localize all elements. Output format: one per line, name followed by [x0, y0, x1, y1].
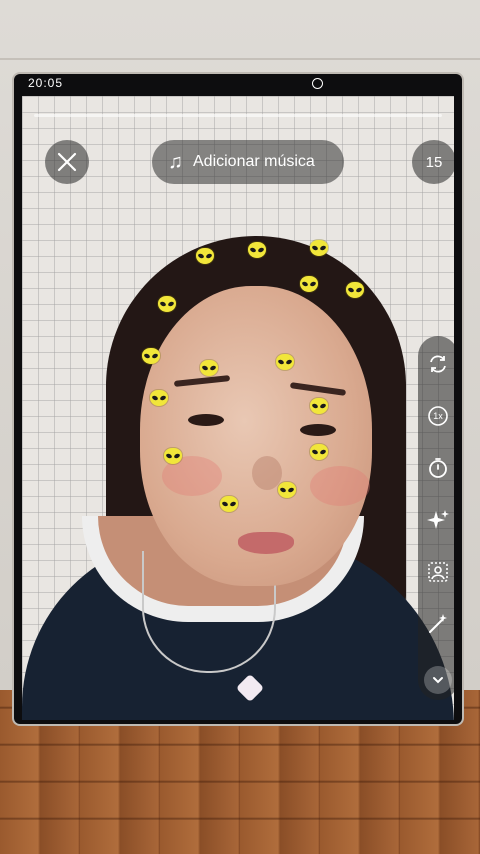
add-music-button[interactable]: ♫ Adicionar música	[152, 140, 344, 184]
flip-camera-icon	[430, 355, 446, 373]
alien-sticker	[310, 398, 328, 414]
duration-button[interactable]: 15	[412, 140, 454, 184]
status-bar: 20:05	[22, 74, 454, 96]
alien-sticker	[200, 360, 218, 376]
beauty-button[interactable]	[418, 500, 454, 540]
add-music-label: Adicionar música	[193, 153, 315, 170]
filters-icon	[428, 562, 448, 582]
status-time: 20:05	[28, 76, 64, 90]
left-eyebrow	[173, 375, 231, 387]
alien-sticker	[220, 496, 238, 512]
alien-sticker	[150, 390, 168, 406]
magic-wand-icon	[429, 614, 447, 633]
close-icon	[57, 152, 77, 172]
alien-sticker	[142, 348, 160, 364]
alien-sticker	[346, 282, 364, 298]
speed-label: 1x	[433, 411, 443, 421]
filters-button[interactable]	[418, 552, 454, 592]
phone-frame: 20:05 ♫ Adicionar música 15 1x	[14, 74, 462, 724]
right-eyebrow	[289, 382, 347, 396]
flip-camera-button[interactable]	[418, 344, 454, 384]
alien-sticker	[276, 354, 294, 370]
wall-divider	[0, 58, 480, 60]
status-icon	[312, 78, 323, 89]
alien-sticker	[248, 242, 266, 258]
right-eye	[300, 424, 336, 436]
alien-sticker	[300, 276, 318, 292]
alien-sticker	[310, 444, 328, 460]
speed-button[interactable]: 1x	[418, 396, 454, 436]
alien-sticker	[164, 448, 182, 464]
lips	[238, 532, 294, 554]
alien-sticker	[310, 240, 328, 256]
close-button[interactable]	[45, 140, 89, 184]
alien-sticker	[158, 296, 176, 312]
timer-button[interactable]	[418, 448, 454, 488]
left-eye	[188, 414, 224, 426]
more-tools-button[interactable]	[424, 666, 452, 694]
face	[140, 286, 372, 586]
nose	[252, 456, 282, 490]
camera-preview[interactable]: ♫ Adicionar música 15 1x	[22, 96, 454, 720]
duration-value: 15	[425, 153, 443, 171]
effects-button[interactable]	[418, 604, 454, 644]
alien-sticker	[278, 482, 296, 498]
alien-sticker	[196, 248, 214, 264]
recording-progress-bar	[34, 114, 442, 117]
camera-toolbar: 1x	[418, 336, 454, 700]
chevron-down-icon	[433, 677, 443, 684]
sparkle-icon	[427, 510, 449, 529]
timer-icon	[429, 458, 447, 478]
right-cheek	[310, 466, 370, 506]
music-note-icon: ♫	[168, 151, 183, 173]
